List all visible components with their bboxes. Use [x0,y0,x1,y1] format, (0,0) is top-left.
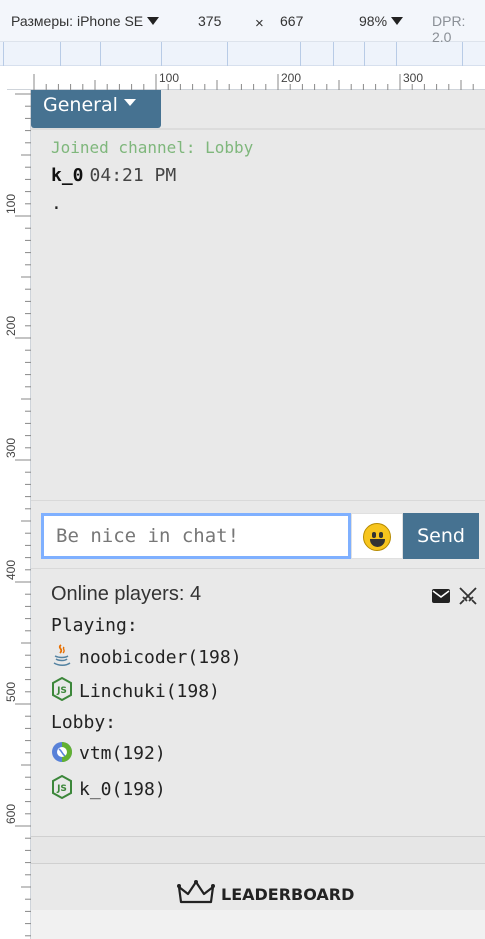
player-name: Linchuki(198) [79,681,220,702]
chat-messages[interactable]: Joined channel: Lobby k_0 04:21 PM . [31,130,485,500]
width-field[interactable]: 375 [198,13,221,29]
leaderboard-label: LEADERBOARD [221,885,355,904]
leaderboard-content: LEADERBOARD [177,880,354,910]
clojure-icon [52,742,72,762]
java-icon [53,644,71,666]
online-count: Online players: 4 [51,583,202,605]
lobby-label: Lobby: [51,712,117,733]
system-message: Joined channel: Lobby [51,138,254,157]
channel-name: General [43,94,118,116]
svg-text:JS: JS [56,686,67,696]
height-field[interactable]: 667 [280,13,303,29]
player-item[interactable]: JS k_0(198) [51,774,166,800]
devtools-toolbar: Размеры: iPhone SE 375 × 667 98% DPR: 2.… [0,0,485,45]
ruler-label: 600 [4,803,18,824]
device-select[interactable]: Размеры: iPhone SE [11,13,160,29]
message-time: 04:21 PM [89,165,177,186]
ruler-label: 100 [159,71,180,85]
online-players-panel: Online players: 4 Playing: noobicoder(19… [31,568,485,836]
playing-label: Playing: [51,615,138,636]
ruler-label: 100 [4,193,18,214]
ruler-label: 200 [4,315,18,336]
chat-input-row: Send [31,500,485,568]
ruler-label: 500 [4,681,18,702]
chevron-down-icon [147,17,160,25]
app-viewport: General Joined channel: Lobby k_0 04:21 P… [31,90,485,910]
horizontal-ruler: 100 200 300 [7,66,485,90]
player-name: noobicoder(198) [79,647,242,668]
crown-icon [177,880,215,904]
viewport-bottom [31,910,485,939]
chat-input[interactable] [41,513,351,559]
smiley-icon [363,523,391,551]
ruler-label: 300 [403,71,424,85]
nodejs-icon: JS [52,774,72,800]
dpr-select[interactable]: DPR: 2.0 [432,13,485,45]
chevron-down-icon [391,17,404,25]
section-divider [31,836,485,864]
nodejs-icon: JS [52,676,72,702]
times-icon: × [255,15,264,32]
player-item[interactable]: vtm(192) [51,741,166,764]
zoom-select[interactable]: 98% [359,13,404,29]
channel-dropdown[interactable]: General [31,90,161,128]
player-name: vtm(192) [79,743,166,764]
caret-down-icon [123,99,136,106]
ruler-label: 200 [281,71,302,85]
emoji-button[interactable] [351,513,403,559]
player-item[interactable]: noobicoder(198) [51,643,242,668]
swords-icon[interactable] [458,586,478,606]
message-text: . [51,193,62,214]
player-item[interactable]: JS Linchuki(198) [51,676,220,702]
message-author: k_0 [51,165,84,186]
mail-icon[interactable] [432,589,450,603]
vertical-ruler: 100 200 300 400 500 600 [0,90,31,939]
media-query-bar[interactable] [0,42,485,66]
ruler-label: 300 [4,437,18,458]
ruler-label: 400 [4,559,18,580]
message-header: k_0 04:21 PM [51,165,176,186]
player-name: k_0(198) [79,779,166,800]
send-button[interactable]: Send [403,513,479,559]
leaderboard-button[interactable]: LEADERBOARD [31,864,485,910]
svg-text:JS: JS [56,784,67,794]
